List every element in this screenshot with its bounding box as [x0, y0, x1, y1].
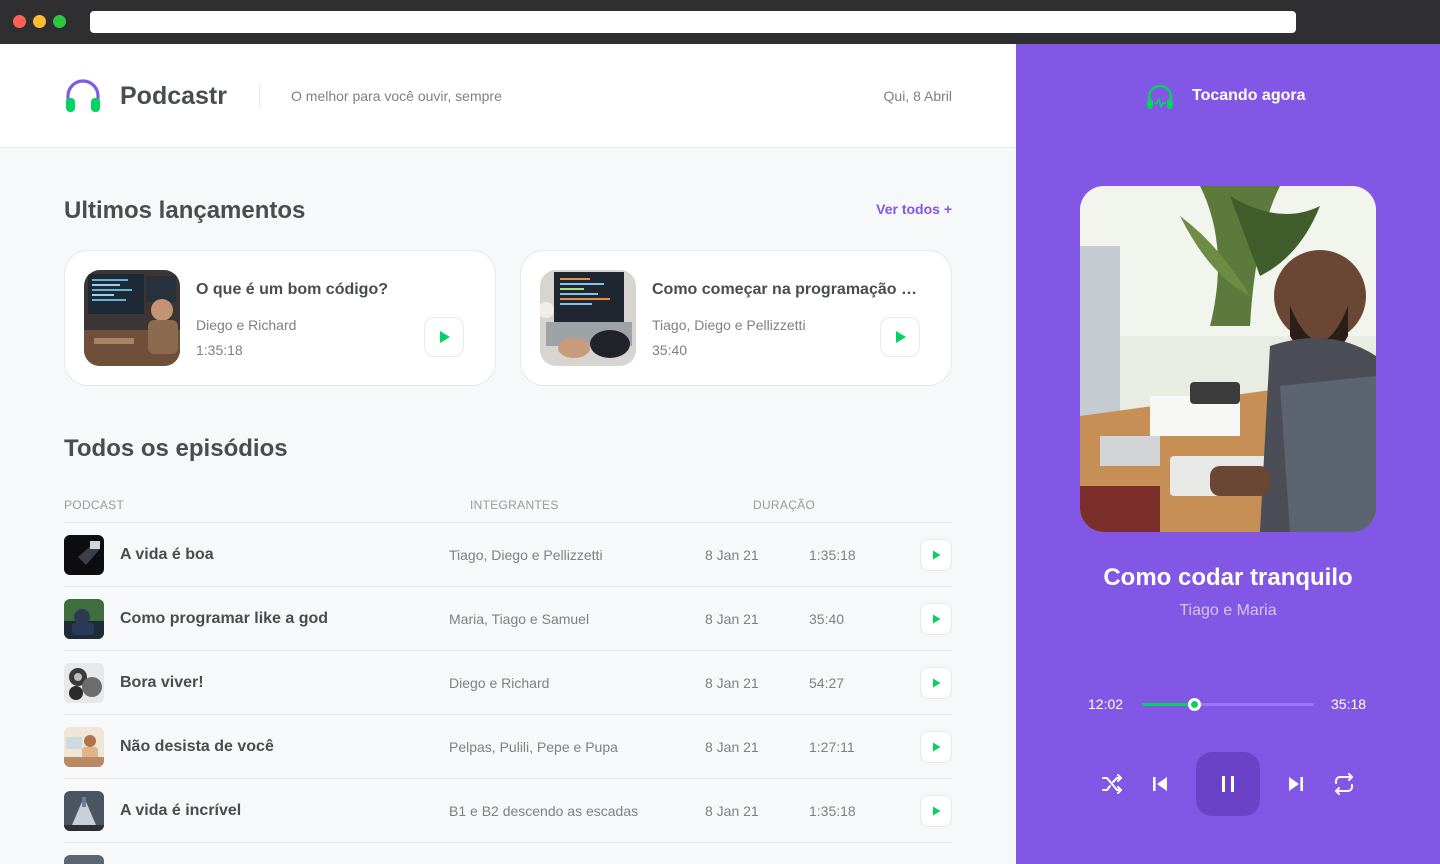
latest-episode-card[interactable]: Como começar na programação do jeito cer…: [520, 250, 952, 386]
window-minimize-button[interactable]: [33, 15, 46, 28]
episode-members: Tiago, Diego e Pellizzetti: [449, 547, 603, 563]
shuffle-icon: [1102, 774, 1122, 794]
app-logo-text[interactable]: Podcastr: [120, 82, 227, 111]
current-date: Qui, 8 Abril: [883, 88, 952, 104]
now-playing-label: Tocando agora: [1192, 87, 1306, 104]
see-all-link[interactable]: Ver todos +: [876, 201, 952, 217]
header-divider: [259, 84, 260, 108]
progress-slider[interactable]: [1142, 698, 1314, 711]
episode-duration: 1:35:18: [809, 803, 856, 819]
browser-chrome: [0, 0, 1440, 44]
play-episode-button[interactable]: [920, 667, 952, 699]
skip-next-icon: [1289, 777, 1303, 791]
episode-duration: 35:40: [809, 611, 845, 627]
all-episodes-title: Todos os episódios: [64, 435, 288, 462]
episode-members: B1 e B2 descendo as escadas: [449, 803, 639, 819]
play-icon: [933, 678, 941, 688]
repeat-button[interactable]: [1330, 770, 1358, 798]
headphones-icon[interactable]: [64, 77, 102, 115]
now-playing-headphones-icon: [1147, 84, 1173, 109]
episode-members: Diego e Richard: [449, 675, 550, 691]
play-episode-button[interactable]: [920, 731, 952, 763]
episode-row[interactable]: A vida é incrível B1 e B2 descendo as es…: [64, 778, 952, 842]
pause-button[interactable]: [1196, 752, 1260, 816]
header: Podcastr O melhor para você ouvir, sempr…: [0, 44, 1016, 148]
episode-members: Diego e Richard: [196, 317, 297, 333]
episode-thumbnail: [64, 791, 104, 831]
play-episode-button[interactable]: [920, 603, 952, 635]
episode-duration: 1:35:18: [809, 547, 856, 563]
episode-date: 8 Jan 21: [705, 547, 759, 563]
shuffle-button[interactable]: [1098, 770, 1126, 798]
skip-previous-icon: [1153, 777, 1167, 791]
episode-date: 8 Jan 21: [705, 803, 759, 819]
episode-date: 8 Jan 21: [705, 611, 759, 627]
episode-members: Maria, Tiago e Samuel: [449, 611, 590, 627]
play-icon: [440, 331, 450, 343]
column-header-members: INTEGRANTES: [470, 498, 559, 512]
column-header-podcast: PODCAST: [64, 498, 125, 512]
main-content: Podcastr O melhor para você ouvir, sempr…: [0, 44, 1016, 864]
address-bar[interactable]: [90, 11, 1296, 33]
episode-row[interactable]: Como programar like a god Maria, Tiago e…: [64, 586, 952, 650]
episode-duration: 1:35:18: [196, 342, 243, 358]
episode-title[interactable]: Bora viver!: [120, 674, 204, 692]
app-tagline: O melhor para você ouvir, sempre: [291, 88, 502, 104]
total-time: 35:18: [1331, 696, 1367, 712]
play-episode-button[interactable]: [920, 539, 952, 571]
repeat-icon: [1335, 773, 1353, 795]
play-icon: [933, 742, 941, 752]
episode-thumbnail: [64, 535, 104, 575]
play-episode-button[interactable]: [424, 317, 464, 357]
episode-title[interactable]: A vida é boa: [120, 546, 214, 564]
play-icon: [933, 550, 941, 560]
episode-row[interactable]: [64, 842, 952, 864]
episode-title[interactable]: Como começar na programação do jeito cer…: [652, 281, 922, 299]
episode-members: Tiago, Diego e Pellizzetti: [652, 317, 806, 333]
episode-row[interactable]: Bora viver! Diego e Richard 8 Jan 21 54:…: [64, 650, 952, 714]
latest-episode-card[interactable]: O que é um bom código? Diego e Richard 1…: [64, 250, 496, 386]
play-episode-button[interactable]: [880, 317, 920, 357]
episode-thumbnail: [64, 855, 104, 864]
next-button[interactable]: [1282, 770, 1310, 798]
episode-date: 8 Jan 21: [705, 675, 759, 691]
current-time: 12:02: [1088, 696, 1124, 712]
window-maximize-button[interactable]: [53, 15, 66, 28]
episode-duration: 35:40: [652, 342, 688, 358]
episode-duration: 54:27: [809, 675, 845, 691]
play-icon: [933, 806, 941, 816]
play-icon: [896, 331, 906, 343]
column-header-duration: DURAÇÃO: [753, 498, 816, 512]
episode-thumbnail: [64, 663, 104, 703]
episode-members: Pelpas, Pulili, Pepe e Pupa: [449, 739, 618, 755]
episode-thumbnail: [84, 270, 180, 366]
progress-handle[interactable]: [1187, 698, 1201, 711]
window-close-button[interactable]: [13, 15, 26, 28]
episode-row[interactable]: Não desista de você Pelpas, Pulili, Pepe…: [64, 714, 952, 778]
episode-date: 8 Jan 21: [705, 739, 759, 755]
episode-title[interactable]: A vida é incrível: [120, 802, 241, 820]
episode-duration: 1:27:11: [809, 739, 855, 755]
player-panel: Tocando agora Como codar tranquilo Tiago…: [1016, 44, 1440, 864]
episode-thumbnail: [64, 599, 104, 639]
episode-title[interactable]: O que é um bom código?: [196, 281, 466, 299]
play-episode-button[interactable]: [920, 795, 952, 827]
episode-title[interactable]: Não desista de você: [120, 738, 274, 756]
episode-title[interactable]: Como programar like a god: [120, 610, 328, 628]
episode-thumbnail: [64, 727, 104, 767]
playing-episode-members: Tiago e Maria: [1179, 602, 1277, 619]
playing-episode-title: Como codar tranquilo: [1103, 564, 1353, 591]
pause-icon: [1222, 776, 1234, 792]
play-icon: [933, 614, 941, 624]
previous-button[interactable]: [1146, 770, 1174, 798]
podcastr-app: Podcastr O melhor para você ouvir, sempr…: [0, 44, 1440, 864]
episode-row[interactable]: A vida é boa Tiago, Diego e Pellizzetti …: [64, 522, 952, 586]
latest-section-title: Ultimos lançamentos: [64, 197, 306, 224]
episode-cover: [1080, 186, 1376, 532]
progress-fill: [1142, 703, 1194, 706]
episode-thumbnail: [540, 270, 636, 366]
